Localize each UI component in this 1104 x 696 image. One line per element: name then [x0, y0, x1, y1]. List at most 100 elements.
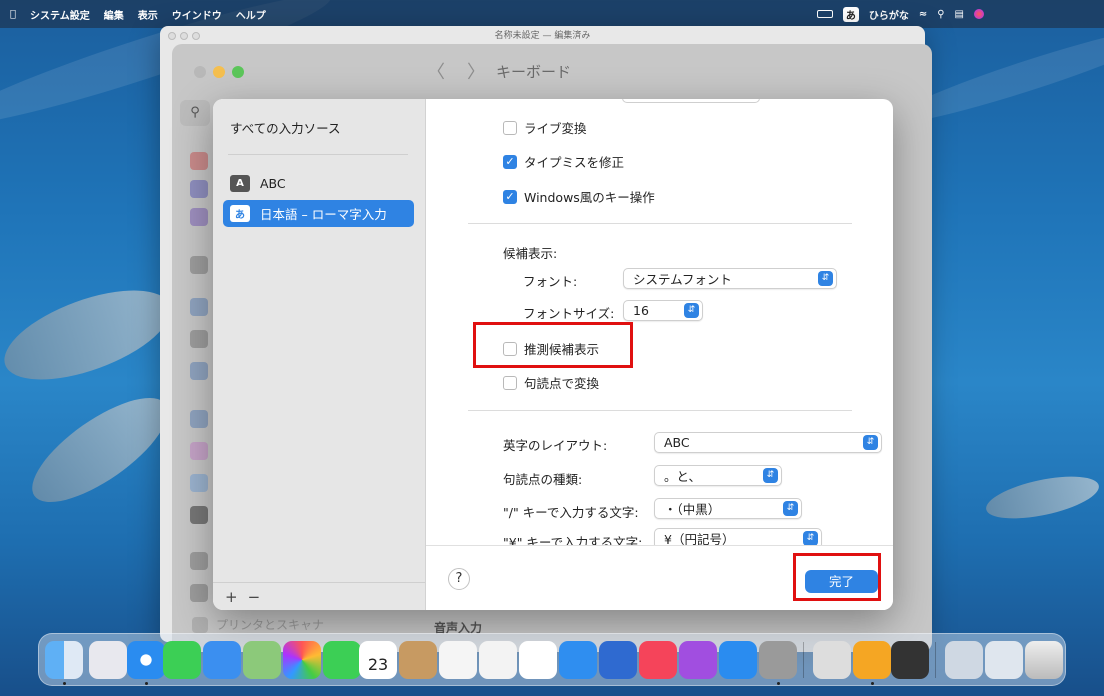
input-source-label: ABC: [260, 176, 286, 191]
quicktime-icon[interactable]: [891, 641, 929, 679]
add-remove-bar: + −: [213, 582, 425, 610]
typo-fix-checkbox[interactable]: ✓: [503, 154, 517, 169]
typo-fix-option[interactable]: ✓ タイプミスを修正: [503, 152, 624, 171]
search-icon[interactable]: ⚲: [180, 100, 210, 126]
running-indicator: [63, 682, 66, 685]
fontsize-popup[interactable]: 16 ⇵: [623, 300, 703, 321]
notes-icon[interactable]: [479, 641, 517, 679]
input-source-badge[interactable]: あ: [842, 6, 859, 22]
divider: [228, 154, 408, 155]
launchpad-icon[interactable]: [89, 641, 127, 679]
mail-icon[interactable]: [203, 641, 241, 679]
running-indicator: [871, 682, 874, 685]
lock-screen-icon[interactable]: [190, 256, 208, 274]
menu-help[interactable]: ヘルプ: [236, 7, 266, 22]
system-settings-icon[interactable]: [759, 641, 797, 679]
downloads-stack-icon[interactable]: [945, 641, 983, 679]
focus-icon[interactable]: [190, 180, 208, 198]
facetime-icon[interactable]: [323, 641, 361, 679]
trackpad-icon[interactable]: [190, 584, 208, 602]
running-indicator: [145, 682, 148, 685]
menu-bar:  システム設定 編集 表示 ウインドウ ヘルプ あ ひらがな ≈ ⚲ ▤: [0, 0, 1104, 28]
photos-icon[interactable]: [283, 641, 321, 679]
remove-source-button[interactable]: −: [248, 588, 261, 606]
minimize-button[interactable]: [213, 66, 225, 78]
safari-icon[interactable]: [127, 641, 165, 679]
contacts-icon[interactable]: [399, 641, 437, 679]
page-title: キーボード: [496, 63, 572, 81]
window-controls: [194, 66, 244, 78]
apple-icon[interactable]: : [10, 9, 16, 20]
app-store-icon[interactable]: [719, 641, 757, 679]
passwords-icon[interactable]: [190, 330, 208, 348]
sound-icon[interactable]: [190, 152, 208, 170]
input-source-abc[interactable]: A ABC: [223, 170, 414, 197]
windows-keys-checkbox[interactable]: ✓: [503, 189, 517, 204]
menu-window[interactable]: ウインドウ: [172, 7, 222, 22]
calendar-icon[interactable]: 23: [359, 641, 397, 679]
scrolled-popup-edge: [622, 99, 760, 103]
reminders-icon[interactable]: [439, 641, 477, 679]
menu-app-name[interactable]: システム設定: [30, 7, 90, 22]
punctuation-type-label: 句読点の種類:: [503, 472, 583, 487]
help-button[interactable]: ?: [448, 568, 470, 590]
calendar-day: 23: [367, 655, 389, 674]
preview-icon[interactable]: [599, 641, 637, 679]
privacy-icon[interactable]: [190, 298, 208, 316]
pages-icon[interactable]: [853, 641, 891, 679]
internet-accounts-icon[interactable]: [190, 410, 208, 428]
highlight-box-done: [793, 553, 881, 601]
keynote-icon[interactable]: [559, 641, 597, 679]
forward-arrow-icon[interactable]: 〉: [467, 58, 485, 84]
sidebar-item-printers[interactable]: プリンタとスキャナ: [192, 616, 324, 633]
menu-edit[interactable]: 編集: [104, 7, 124, 22]
font-popup[interactable]: システムフォント ⇵: [623, 268, 837, 289]
fontsize-popup-value: 16: [633, 303, 649, 318]
wallpaper-dolphin: [0, 272, 182, 398]
siri-icon[interactable]: [974, 9, 984, 19]
trash-icon[interactable]: [1025, 641, 1063, 679]
chevron-updown-icon: ⇵: [783, 501, 798, 516]
podcasts-icon[interactable]: [679, 641, 717, 679]
finder-icon[interactable]: [45, 641, 83, 679]
wallet-icon[interactable]: [190, 506, 208, 524]
all-input-sources-heading[interactable]: すべての入力ソース: [230, 118, 341, 137]
live-conversion-option[interactable]: ライブ変換: [503, 118, 587, 137]
slash-key-popup[interactable]: ・（中黒） ⇵: [654, 498, 802, 519]
input-source-label[interactable]: ひらがな: [869, 7, 909, 22]
option-label: 句読点で変換: [524, 376, 600, 391]
add-source-button[interactable]: +: [225, 588, 238, 606]
navigation-arrows: 〈 〉: [427, 58, 485, 84]
spotlight-search-icon[interactable]: ⚲: [937, 9, 944, 20]
music-icon[interactable]: [639, 641, 677, 679]
users-icon[interactable]: [190, 362, 208, 380]
windows-keys-option[interactable]: ✓ Windows風のキー操作: [503, 187, 655, 206]
documents-stack-icon[interactable]: [985, 641, 1023, 679]
battery-icon[interactable]: [816, 10, 833, 18]
punctuation-convert-option[interactable]: 句読点で変換: [503, 373, 599, 392]
screenshot-icon[interactable]: [813, 641, 851, 679]
screen-time-icon[interactable]: [190, 208, 208, 226]
input-source-japanese-romaji[interactable]: あ 日本語 – ローマ字入力: [223, 200, 414, 227]
chevron-updown-icon: ⇵: [803, 531, 818, 545]
game-center-icon[interactable]: [190, 442, 208, 460]
zoom-button[interactable]: [232, 66, 244, 78]
punctuation-type-popup[interactable]: 。と、 ⇵: [654, 465, 782, 486]
live-conversion-checkbox[interactable]: [503, 120, 517, 135]
punctuation-convert-checkbox[interactable]: [503, 375, 517, 390]
control-center-icon[interactable]: ▤: [955, 9, 964, 20]
yen-key-popup[interactable]: ¥（円記号） ⇵: [654, 528, 822, 545]
font-label: フォント:: [523, 274, 578, 289]
freeform-icon[interactable]: [519, 641, 557, 679]
keyboard-icon[interactable]: [190, 552, 208, 570]
maps-icon[interactable]: [243, 641, 281, 679]
icloud-icon[interactable]: [190, 474, 208, 492]
back-arrow-icon[interactable]: 〈: [427, 58, 445, 84]
highlight-box-predictive: [473, 322, 633, 368]
layout-popup[interactable]: ABC ⇵: [654, 432, 882, 453]
chevron-updown-icon: ⇵: [684, 303, 699, 318]
close-button[interactable]: [194, 66, 206, 78]
messages-icon[interactable]: [163, 641, 201, 679]
wifi-icon[interactable]: ≈: [919, 9, 927, 20]
menu-view[interactable]: 表示: [138, 7, 158, 22]
